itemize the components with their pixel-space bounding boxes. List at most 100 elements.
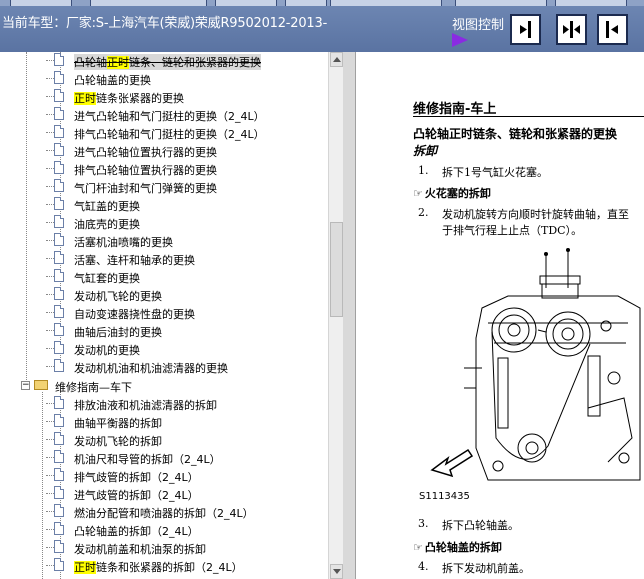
document-icon bbox=[54, 161, 64, 174]
tree-item-label: 气门杆油封和气门弹簧的更换 bbox=[74, 180, 217, 196]
tree-item-label: 发动机飞轮的更换 bbox=[74, 288, 162, 304]
tree-item-label: 进气凸轮轴和气门挺柱的更换（2_4L） bbox=[74, 108, 265, 124]
label-text: 链条张紧器的更换 bbox=[96, 92, 184, 105]
tree-item-label: 曲轴平衡器的拆卸 bbox=[74, 415, 162, 431]
document-icon bbox=[54, 558, 64, 571]
label-text: 链条、链轮和张紧器的更换 bbox=[129, 56, 261, 69]
document-icon bbox=[54, 179, 64, 192]
document-icon bbox=[54, 486, 64, 499]
tab-strip bbox=[0, 0, 644, 6]
scroll-up-button[interactable] bbox=[330, 52, 343, 67]
document-icon bbox=[54, 450, 64, 463]
document-icon bbox=[54, 89, 64, 102]
scroll-thumb[interactable] bbox=[330, 222, 343, 317]
document-icon bbox=[54, 71, 64, 84]
pane-splitter[interactable] bbox=[343, 52, 356, 579]
tree-folder-label: 维修指南—车下 bbox=[55, 381, 132, 394]
label-text: 气缸盖的更换 bbox=[74, 200, 140, 213]
document-icon bbox=[54, 107, 64, 120]
view-dual-pane-button[interactable] bbox=[556, 14, 587, 45]
section-heading: 维修指南-车上 bbox=[413, 102, 497, 117]
reference-link-cam-cover[interactable]: ☞ 凸轮轴盖的拆卸 bbox=[413, 539, 502, 555]
tree-scrollbar[interactable] bbox=[328, 52, 344, 579]
document-icon bbox=[54, 414, 64, 427]
reference-text: 火花塞的拆卸 bbox=[424, 187, 491, 200]
label-text: 进气凸轮轴位置执行器的更换 bbox=[74, 146, 217, 159]
top-header: 当前车型：厂家:S-上海汽车(荣威)荣威R9502012-2013- 视图控制 bbox=[0, 0, 644, 52]
pointing-hand-icon: ☞ bbox=[413, 187, 423, 200]
tree-item-label: 排气凸轮轴位置执行器的更换 bbox=[74, 162, 217, 178]
document-icon bbox=[54, 504, 64, 517]
document-icon bbox=[54, 125, 64, 138]
label-text: 发动机飞轮的更换 bbox=[74, 290, 162, 303]
tree-item-label: 发动机机油和机油滤清器的更换 bbox=[74, 360, 228, 376]
tree-item-label: 发动机飞轮的拆卸 bbox=[74, 433, 162, 449]
document-icon bbox=[54, 251, 64, 264]
document-icon bbox=[54, 396, 64, 409]
label-text: 燃油分配管和喷油器的拆卸（2_4L） bbox=[74, 507, 254, 520]
step-number: 3. bbox=[418, 517, 429, 530]
tree-item-label: 进气凸轮轴位置执行器的更换 bbox=[74, 144, 217, 160]
label-text: 自动变速器挠性盘的更换 bbox=[74, 308, 195, 321]
tree-item-label: 凸轮轴盖的更换 bbox=[74, 72, 151, 88]
pointing-hand-icon: ☞ bbox=[413, 541, 423, 554]
tree-item-label: 发动机的更换 bbox=[74, 342, 140, 358]
document-icon bbox=[54, 287, 64, 300]
document-icon bbox=[54, 215, 64, 228]
collapse-toggle[interactable]: − bbox=[21, 381, 30, 390]
reference-link-spark-plug[interactable]: ☞ 火花塞的拆卸 bbox=[413, 185, 491, 201]
step-text: 发动机旋转方向顺时针旋转曲轴，直至 bbox=[442, 208, 629, 221]
tree-item-label: 燃油分配管和喷油器的拆卸（2_4L） bbox=[74, 505, 254, 521]
label-text: 发动机前盖和机油泵的拆卸 bbox=[74, 543, 206, 556]
tree-item-label: 凸轮轴盖的拆卸（2_4L） bbox=[74, 523, 199, 539]
document-icon bbox=[54, 341, 64, 354]
step-text: 拆下1号气缸火花塞。 bbox=[442, 166, 548, 179]
label-text: 发动机机油和机油滤清器的更换 bbox=[74, 362, 228, 375]
tree-item-label: 正时链条张紧器的更换 bbox=[74, 90, 184, 106]
tree-item-label: 油底壳的更换 bbox=[74, 216, 140, 232]
tree-item-label: 发动机前盖和机油泵的拆卸 bbox=[74, 541, 206, 557]
tree-item-label: 曲轴后油封的更换 bbox=[74, 324, 162, 340]
document-icon bbox=[54, 53, 64, 66]
tree-item-label: 进气歧管的拆卸（2_4L） bbox=[74, 487, 199, 503]
document-icon bbox=[54, 233, 64, 246]
label-text: 凸轮轴 bbox=[74, 56, 107, 69]
search-highlight: 正时 bbox=[107, 56, 129, 69]
single-pane-left-icon bbox=[606, 21, 618, 38]
tree-item-label: 机油尺和导管的拆卸（2_4L） bbox=[74, 451, 221, 467]
label-text: 曲轴后油封的更换 bbox=[74, 326, 162, 339]
search-highlight: 正时 bbox=[74, 561, 96, 574]
document-icon bbox=[54, 323, 64, 336]
tree-item-label: 排气歧管的拆卸（2_4L） bbox=[74, 469, 199, 485]
label-text: 排气歧管的拆卸（2_4L） bbox=[74, 471, 199, 484]
dual-pane-icon bbox=[563, 21, 580, 38]
view-right-pane-button[interactable] bbox=[510, 14, 541, 45]
label-text: 活塞、连杆和轴承的更换 bbox=[74, 254, 195, 267]
label-text: 链条和张紧器的拆卸（2_4L） bbox=[96, 561, 243, 574]
label-text: 曲轴平衡器的拆卸 bbox=[74, 417, 162, 430]
engine-timing-figure bbox=[430, 248, 641, 481]
document-icon bbox=[54, 269, 64, 282]
document-icon bbox=[54, 540, 64, 553]
search-highlight: 正时 bbox=[74, 92, 96, 105]
single-pane-right-icon bbox=[520, 21, 531, 38]
view-left-pane-button[interactable] bbox=[597, 14, 628, 45]
document-icon bbox=[54, 522, 64, 535]
view-arrow-icon bbox=[452, 33, 468, 47]
label-text: 排气凸轮轴和气门挺柱的更换（2_4L） bbox=[74, 128, 265, 141]
label-text: 排放油液和机油滤清器的拆卸 bbox=[74, 399, 217, 412]
folder-icon bbox=[34, 380, 48, 390]
tree-item-label: 活塞机油喷嘴的更换 bbox=[74, 234, 173, 250]
scroll-down-button[interactable] bbox=[330, 564, 343, 579]
step-text: 于排气行程上止点（TDC）。 bbox=[442, 224, 583, 237]
tree-item-label: 凸轮轴正时链条、链轮和张紧器的更换 bbox=[74, 54, 261, 70]
label-text: 气缸套的更换 bbox=[74, 272, 140, 285]
procedure-title: 凸轮轴正时链条、链轮和张紧器的更换 bbox=[413, 127, 618, 141]
label-text: 油底壳的更换 bbox=[74, 218, 140, 231]
document-icon bbox=[54, 468, 64, 481]
label-text: 进气歧管的拆卸（2_4L） bbox=[74, 489, 199, 502]
label-text: 发动机飞轮的拆卸 bbox=[74, 435, 162, 448]
reference-text: 凸轮轴盖的拆卸 bbox=[424, 541, 502, 554]
tree-item-label: 自动变速器挠性盘的更换 bbox=[74, 306, 195, 322]
view-control-label: 视图控制 bbox=[452, 18, 505, 33]
